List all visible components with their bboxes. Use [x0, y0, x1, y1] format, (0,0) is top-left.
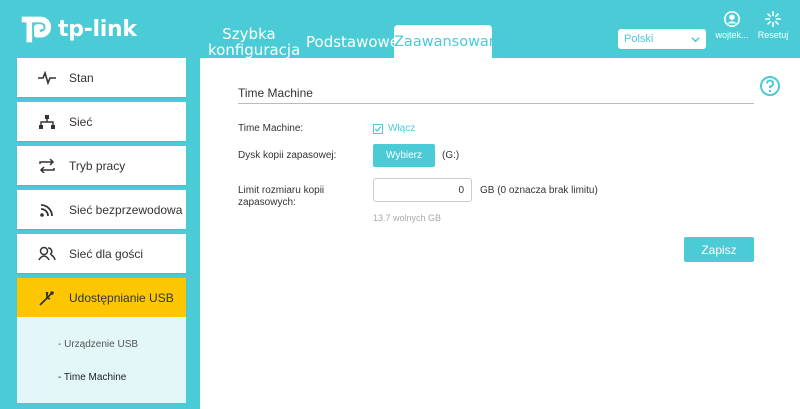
sidebar-item-label: Udostępnianie USB — [69, 290, 174, 305]
sidebar-item-label: Sieć dla gości — [69, 246, 144, 261]
enable-label: Włącz — [388, 123, 416, 134]
checkmark-icon — [374, 125, 382, 132]
brand-name: tp-link — [58, 16, 137, 42]
sidebar-item-operation-mode[interactable]: Tryb pracy — [17, 146, 186, 185]
sidebar-item-label: Sieć — [69, 114, 93, 129]
user-label: wojtek... — [715, 30, 749, 40]
language-select[interactable]: Polski — [618, 29, 706, 49]
selected-drive: (G:) — [442, 150, 460, 161]
help-icon[interactable] — [759, 75, 781, 97]
tab-basic[interactable]: Podstawowe — [306, 34, 399, 50]
free-space-info: 13.7 wolnych GB — [373, 213, 442, 223]
limit-unit-hint: GB (0 oznacza brak limitu) — [480, 185, 598, 196]
enable-checkbox[interactable]: Włącz — [373, 123, 415, 134]
choose-disk-button[interactable]: Wybierz — [373, 144, 435, 167]
reset-button[interactable]: Resetuj — [753, 10, 793, 40]
backup-limit-label: Limit rozmiaru kopii zapasowych: — [238, 185, 325, 208]
submenu-item-time-machine[interactable]: - Time Machine — [58, 372, 126, 383]
sidebar-item-usb-sharing[interactable]: Udostępnianie USB — [17, 278, 186, 317]
sidebar-item-label: Sieć bezprzewodowa — [69, 202, 183, 217]
sidebar-item-wireless[interactable]: Sieć bezprzewodowa — [17, 190, 186, 229]
section-divider — [238, 103, 754, 104]
sidebar-item-status[interactable]: Stan — [17, 58, 186, 97]
reset-label: Resetuj — [757, 30, 789, 40]
tab-quick-setup[interactable]: Szybka konfiguracja — [208, 26, 300, 58]
tplink-logo-icon — [21, 16, 52, 43]
usb-submenu: - Urządzenie USB - Time Machine — [17, 317, 186, 403]
header: tp-link Szybka konfiguracja Podstawowe Z… — [0, 0, 800, 58]
activity-icon — [37, 68, 57, 88]
usb-icon — [37, 288, 57, 308]
brand-logo[interactable]: tp-link — [16, 10, 137, 48]
save-button[interactable]: Zapisz — [684, 237, 754, 262]
time-machine-label: Time Machine: — [238, 123, 304, 134]
wifi-icon — [37, 200, 57, 220]
backup-disk-label: Dysk kopii zapasowej: — [238, 150, 337, 161]
network-icon — [37, 112, 57, 132]
chevron-down-icon — [691, 36, 700, 42]
sidebar-item-label: Tryb pracy — [69, 158, 126, 173]
backup-limit-input[interactable] — [373, 178, 472, 202]
language-value: Polski — [624, 33, 654, 45]
guests-icon — [37, 244, 57, 264]
swap-icon — [37, 156, 57, 176]
section-title: Time Machine — [238, 86, 313, 100]
tab-advanced[interactable]: Zaawansowane — [394, 25, 507, 58]
submenu-item-usb-device[interactable]: - Urządzenie USB — [58, 339, 138, 350]
sidebar-item-guest-network[interactable]: Sieć dla gości — [17, 234, 186, 273]
checkbox-box — [373, 123, 383, 134]
sidebar-item-network[interactable]: Sieć — [17, 102, 186, 141]
user-account-button[interactable]: wojtek... — [712, 10, 752, 40]
main-panel: Time Machine Time Machine: Włącz Dysk ko… — [200, 58, 800, 409]
sidebar-item-label: Stan — [69, 70, 94, 85]
reset-icon — [764, 10, 782, 28]
user-icon — [723, 10, 741, 28]
